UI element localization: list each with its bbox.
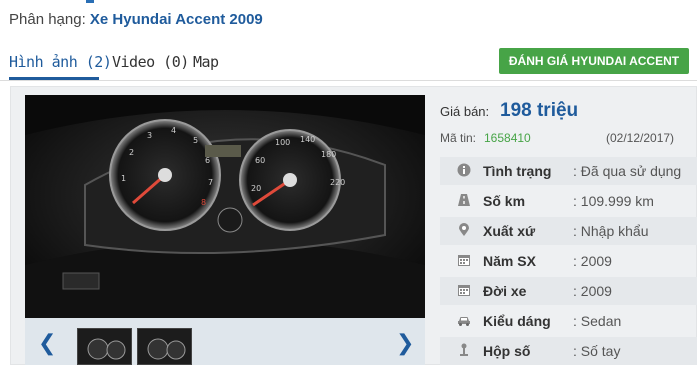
info-icon bbox=[457, 163, 471, 177]
dashboard-photo-image: 1 2 3 4 5 6 7 8 20 60 100 140 180 220 bbox=[25, 95, 425, 318]
svg-text:6: 6 bbox=[205, 156, 210, 165]
price-value: 198 triệu bbox=[500, 100, 579, 121]
cut-off-link bbox=[86, 0, 94, 3]
spec-label: Xuất xứ bbox=[483, 223, 536, 239]
spec-value: : Sedan bbox=[573, 313, 622, 329]
spec-row-manufacture-year: Năm SX : 2009 bbox=[440, 247, 697, 275]
spec-value: : Nhập khẩu bbox=[573, 223, 649, 239]
next-arrow-icon[interactable]: ❯ bbox=[396, 330, 414, 356]
spec-value: : 2009 bbox=[573, 283, 612, 299]
spec-label: Kiểu dáng bbox=[483, 313, 551, 329]
calendar-icon bbox=[458, 255, 470, 266]
category-link[interactable]: Xe Hyundai Accent 2009 bbox=[90, 11, 263, 28]
spec-label: Hộp số bbox=[483, 343, 531, 359]
road-icon bbox=[458, 194, 470, 206]
listing-code-label: Mã tin: bbox=[440, 131, 477, 145]
svg-text:8: 8 bbox=[201, 198, 206, 207]
tab-images[interactable]: Hình ảnh (2) bbox=[9, 53, 112, 71]
svg-text:100: 100 bbox=[275, 138, 290, 147]
spec-label: Số km bbox=[483, 193, 526, 209]
gear-shift-icon bbox=[460, 343, 468, 356]
svg-text:140: 140 bbox=[300, 135, 315, 144]
main-photo[interactable]: 1 2 3 4 5 6 7 8 20 60 100 140 180 220 bbox=[25, 95, 425, 318]
svg-text:180: 180 bbox=[321, 150, 336, 159]
spec-value: : Đã qua sử dụng bbox=[573, 163, 682, 179]
spec-row-condition: Tình trạng : Đã qua sử dụng bbox=[440, 157, 697, 185]
spec-label: Tình trạng bbox=[483, 163, 552, 179]
svg-text:2: 2 bbox=[129, 148, 134, 157]
listing-date: (02/12/2017) bbox=[606, 131, 675, 145]
thumbnail-1-image bbox=[78, 329, 131, 364]
svg-text:220: 220 bbox=[330, 178, 345, 187]
review-button[interactable]: ĐÁNH GIÁ HYUNDAI ACCENT bbox=[499, 48, 689, 74]
svg-text:7: 7 bbox=[208, 178, 213, 187]
spec-value: : 109.999 km bbox=[573, 193, 654, 209]
thumbnail-1[interactable] bbox=[77, 328, 132, 365]
spec-row-mileage: Số km : 109.999 km bbox=[440, 187, 697, 215]
spec-value: : 2009 bbox=[573, 253, 612, 269]
spec-row-transmission: Hộp số : Số tay bbox=[440, 337, 697, 365]
svg-text:5: 5 bbox=[193, 136, 198, 145]
svg-text:1: 1 bbox=[121, 174, 126, 183]
category-prefix: Phân hạng: bbox=[9, 11, 90, 28]
tab-map[interactable]: Map bbox=[193, 53, 219, 71]
spec-label: Đời xe bbox=[483, 283, 527, 299]
thumbnail-2[interactable] bbox=[137, 328, 192, 365]
tab-divider bbox=[0, 80, 697, 81]
svg-text:4: 4 bbox=[171, 126, 176, 135]
top-strip bbox=[0, 0, 697, 4]
calendar-icon bbox=[458, 285, 470, 296]
spec-row-model-year: Đời xe : 2009 bbox=[440, 277, 697, 305]
tab-video[interactable]: Video (0) bbox=[112, 53, 189, 71]
spec-row-body-style: Kiểu dáng : Sedan bbox=[440, 307, 697, 335]
spec-row-origin: Xuất xứ : Nhập khẩu bbox=[440, 217, 697, 245]
thumbnail-2-image bbox=[138, 329, 191, 364]
svg-text:3: 3 bbox=[147, 131, 152, 140]
spec-value: : Số tay bbox=[573, 343, 621, 359]
price-label: Giá bán: bbox=[440, 104, 490, 119]
prev-arrow-icon[interactable]: ❮ bbox=[38, 330, 56, 356]
svg-text:20: 20 bbox=[251, 184, 261, 193]
category-line: Phân hạng: Xe Hyundai Accent 2009 bbox=[9, 11, 263, 28]
car-icon bbox=[458, 317, 470, 326]
svg-text:60: 60 bbox=[255, 156, 265, 165]
location-pin-icon bbox=[459, 223, 469, 236]
spec-label: Năm SX bbox=[483, 253, 536, 269]
listing-code-value: 1658410 bbox=[484, 131, 531, 145]
